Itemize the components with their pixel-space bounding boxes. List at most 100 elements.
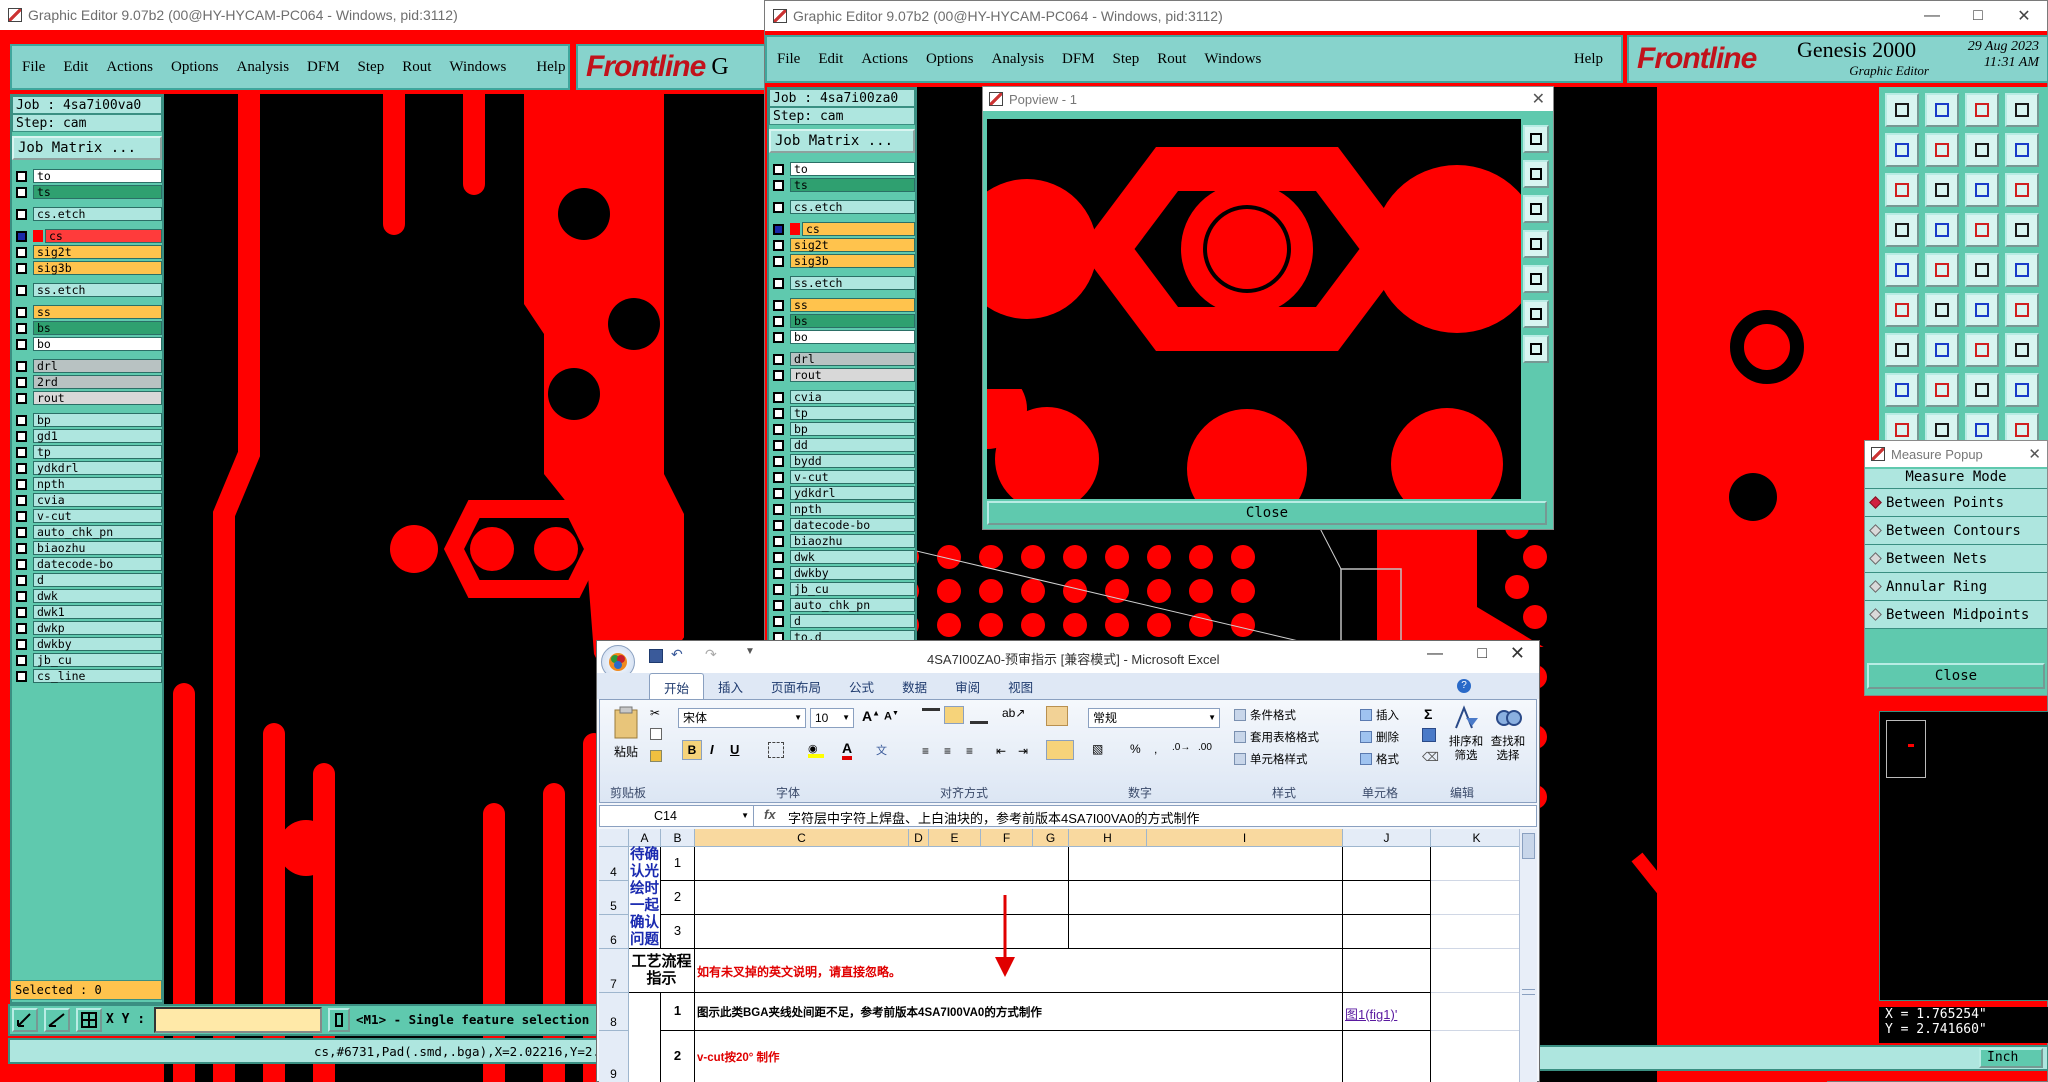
- menu-windows[interactable]: Windows: [1204, 51, 1261, 68]
- layer-checkbox[interactable]: [773, 315, 784, 327]
- layer-checkbox[interactable]: [16, 654, 27, 666]
- layer-checkbox[interactable]: [773, 277, 784, 289]
- measure-mode-option[interactable]: Between Points: [1865, 489, 2047, 517]
- layer-row[interactable]: ts: [769, 177, 915, 193]
- layer-checkbox[interactable]: [773, 201, 784, 213]
- zoom-in-icon[interactable]: [1523, 125, 1549, 153]
- cells-menu-button[interactable]: 格式: [1360, 748, 1430, 770]
- row-header[interactable]: 9: [599, 1031, 629, 1082]
- cell-j[interactable]: [1343, 1031, 1431, 1082]
- slash-icon[interactable]: [1925, 333, 1959, 367]
- layer-checkbox[interactable]: [773, 299, 784, 311]
- pointer-tool-button[interactable]: [12, 1008, 38, 1032]
- xy-input[interactable]: [154, 1007, 322, 1033]
- layer-checkbox[interactable]: [16, 542, 27, 554]
- grow-font-icon[interactable]: A▲: [862, 708, 880, 724]
- layer-row[interactable]: dd: [769, 437, 915, 453]
- excel-maximize-button[interactable]: □: [1477, 645, 1487, 663]
- layer-row[interactable]: 2rd: [12, 374, 162, 390]
- cell-j[interactable]: [1343, 949, 1431, 993]
- phonetic-icon[interactable]: 文: [876, 742, 887, 758]
- layer-row[interactable]: dwk1: [12, 604, 162, 620]
- grid-tool-icon[interactable]: [2005, 373, 2039, 407]
- layer-checkbox[interactable]: [16, 494, 27, 506]
- layer-checkbox[interactable]: [773, 455, 784, 467]
- layer-row[interactable]: ts: [12, 184, 162, 200]
- layer-checkbox[interactable]: [16, 526, 27, 538]
- layer-checkbox[interactable]: [16, 510, 27, 522]
- menu-help[interactable]: Help: [1574, 51, 1603, 68]
- clear-icon[interactable]: ⌫: [1422, 750, 1439, 764]
- layer-checkbox[interactable]: [16, 170, 27, 182]
- layer-checkbox[interactable]: [773, 353, 784, 365]
- menu-dfm[interactable]: DFM: [1062, 51, 1095, 68]
- row-header[interactable]: 4: [599, 847, 629, 881]
- measure-close-button[interactable]: Close: [1867, 663, 2045, 689]
- step-back-icon[interactable]: [1965, 133, 1999, 167]
- zoom-window-icon[interactable]: [1523, 230, 1549, 258]
- layer-checkbox[interactable]: [16, 462, 27, 474]
- cell-b[interactable]: 1: [661, 847, 695, 881]
- italic-button[interactable]: I: [710, 742, 714, 757]
- layer-checkbox[interactable]: [16, 306, 27, 318]
- layer-checkbox[interactable]: [16, 360, 27, 372]
- vertical-scrollbar[interactable]: [1519, 829, 1537, 1082]
- measure-close-icon[interactable]: ✕: [2028, 445, 2041, 463]
- name-box[interactable]: C14 ▼: [600, 806, 754, 826]
- layer-row[interactable]: bo: [769, 329, 915, 345]
- layer-row[interactable]: npth: [769, 501, 915, 517]
- layer-row[interactable]: auto_chk_pn: [12, 524, 162, 540]
- zoom-expand-icon[interactable]: [1523, 300, 1549, 328]
- flag-icon[interactable]: [2005, 333, 2039, 367]
- layer-row[interactable]: ss: [769, 297, 915, 313]
- ribbon-tab[interactable]: 公式: [835, 673, 888, 699]
- menu-help[interactable]: Help: [536, 59, 565, 76]
- menu-options[interactable]: Options: [926, 51, 974, 68]
- layer-row[interactable]: cs: [12, 228, 162, 244]
- layer-checkbox[interactable]: [773, 551, 784, 563]
- layer-row[interactable]: auto_chk_pn: [769, 597, 915, 613]
- cell-j[interactable]: [1343, 881, 1431, 915]
- font-size-select[interactable]: 10 ▼: [810, 708, 854, 728]
- layer-checkbox[interactable]: [16, 262, 27, 274]
- layer-checkbox[interactable]: [16, 446, 27, 458]
- layer-row[interactable]: cs: [769, 221, 915, 237]
- close-button[interactable]: ✕: [2001, 1, 2047, 31]
- layer-checkbox[interactable]: [773, 391, 784, 403]
- layer-checkbox[interactable]: [773, 471, 784, 483]
- layer-row[interactable]: bo: [12, 336, 162, 352]
- layer-checkbox[interactable]: [16, 414, 27, 426]
- menu-file[interactable]: File: [22, 59, 45, 76]
- layer-checkbox[interactable]: [773, 423, 784, 435]
- layer-checkbox[interactable]: [16, 430, 27, 442]
- style-menu-button[interactable]: 条件格式: [1234, 704, 1354, 726]
- cell-b[interactable]: 2: [661, 1031, 695, 1082]
- layer-row[interactable]: bs: [769, 313, 915, 329]
- layer-checkbox[interactable]: [773, 599, 784, 611]
- layer-row[interactable]: dwkby: [769, 565, 915, 581]
- layer-row[interactable]: sig2t: [769, 237, 915, 253]
- zoom-home-icon[interactable]: [2005, 93, 2039, 127]
- layer-checkbox[interactable]: [773, 503, 784, 515]
- layer-checkbox[interactable]: [773, 535, 784, 547]
- popview-close-icon[interactable]: ✕: [1532, 89, 1545, 109]
- comma-icon[interactable]: ,: [1154, 742, 1157, 756]
- help-icon[interactable]: ?: [1457, 679, 1471, 693]
- line-red-icon[interactable]: [1965, 293, 1999, 327]
- ratio-icon[interactable]: [1965, 173, 1999, 207]
- layer-row[interactable]: rout: [12, 390, 162, 406]
- measure-tool-button[interactable]: [44, 1008, 70, 1032]
- style-menu-button[interactable]: 单元格样式: [1234, 748, 1354, 770]
- pan-left-icon[interactable]: [1885, 133, 1919, 167]
- fill-icon[interactable]: [1422, 728, 1436, 742]
- cell-k[interactable]: [1431, 881, 1519, 915]
- layer-checkbox[interactable]: [16, 230, 27, 242]
- cell-k[interactable]: [1431, 1031, 1519, 1082]
- layer-row[interactable]: v-cut: [12, 508, 162, 524]
- layer-checkbox[interactable]: [16, 246, 27, 258]
- net-b-icon[interactable]: [2005, 213, 2039, 247]
- menu-analysis[interactable]: Analysis: [237, 59, 290, 76]
- number-format-select[interactable]: 常规 ▼: [1088, 708, 1220, 728]
- layer-checkbox[interactable]: [16, 622, 27, 634]
- measure-mode-option[interactable]: Between Contours: [1865, 517, 2047, 545]
